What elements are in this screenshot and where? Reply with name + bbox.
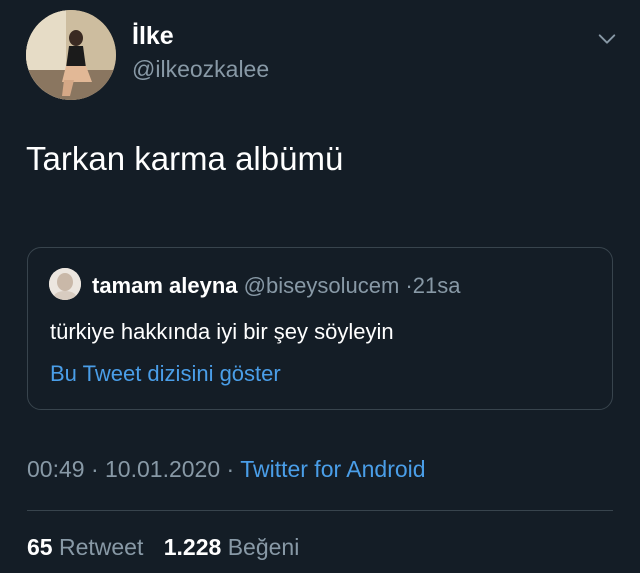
quoted-age: 21sa bbox=[412, 273, 461, 298]
meta-separator: · bbox=[90, 456, 99, 482]
quoted-author-handle[interactable]: @biseysolucem bbox=[244, 273, 400, 298]
retweets-label: Retweet bbox=[58, 534, 144, 560]
quoted-tweet-card[interactable]: tamam aleyna @biseysolucem ·21sa türkiye… bbox=[27, 247, 613, 410]
chevron-down-icon[interactable] bbox=[596, 28, 618, 50]
tweet-timestamp: 00:49 · 10.01.2020 · Twitter for Android bbox=[27, 456, 426, 483]
meta-separator: · bbox=[405, 273, 413, 298]
author-handle[interactable]: @ilkeozkalee bbox=[132, 56, 269, 83]
likes-label: Beğeni bbox=[227, 534, 300, 560]
quoted-header: tamam aleyna @biseysolucem ·21sa bbox=[92, 273, 460, 299]
author-photo bbox=[26, 10, 116, 100]
quoted-author-avatar[interactable] bbox=[49, 268, 81, 300]
engagement-stats: 65 Retweet 1.228 Beğeni bbox=[27, 534, 299, 561]
author-avatar[interactable] bbox=[26, 10, 116, 100]
client-link[interactable]: Twitter for Android bbox=[240, 456, 425, 482]
retweets-count: 65 bbox=[27, 534, 53, 560]
meta-separator: · bbox=[226, 456, 235, 482]
tweet-text: Tarkan karma albümü bbox=[26, 140, 344, 177]
likes-count: 1.228 bbox=[163, 534, 222, 560]
quoted-author-photo bbox=[49, 268, 81, 300]
quoted-author-name[interactable]: tamam aleyna bbox=[92, 273, 238, 298]
tweet-date: 10.01.2020 bbox=[105, 456, 221, 482]
tweet-time: 00:49 bbox=[27, 456, 85, 482]
retweets-stat[interactable]: 65 Retweet bbox=[27, 534, 150, 560]
likes-stat[interactable]: 1.228 Beğeni bbox=[164, 534, 300, 560]
divider bbox=[27, 510, 613, 511]
quoted-tweet-text: türkiye hakkında iyi bir şey söyleyin bbox=[50, 319, 394, 344]
author-display-name[interactable]: İlke bbox=[132, 22, 174, 51]
show-thread-link[interactable]: Bu Tweet dizisini göster bbox=[50, 361, 281, 387]
